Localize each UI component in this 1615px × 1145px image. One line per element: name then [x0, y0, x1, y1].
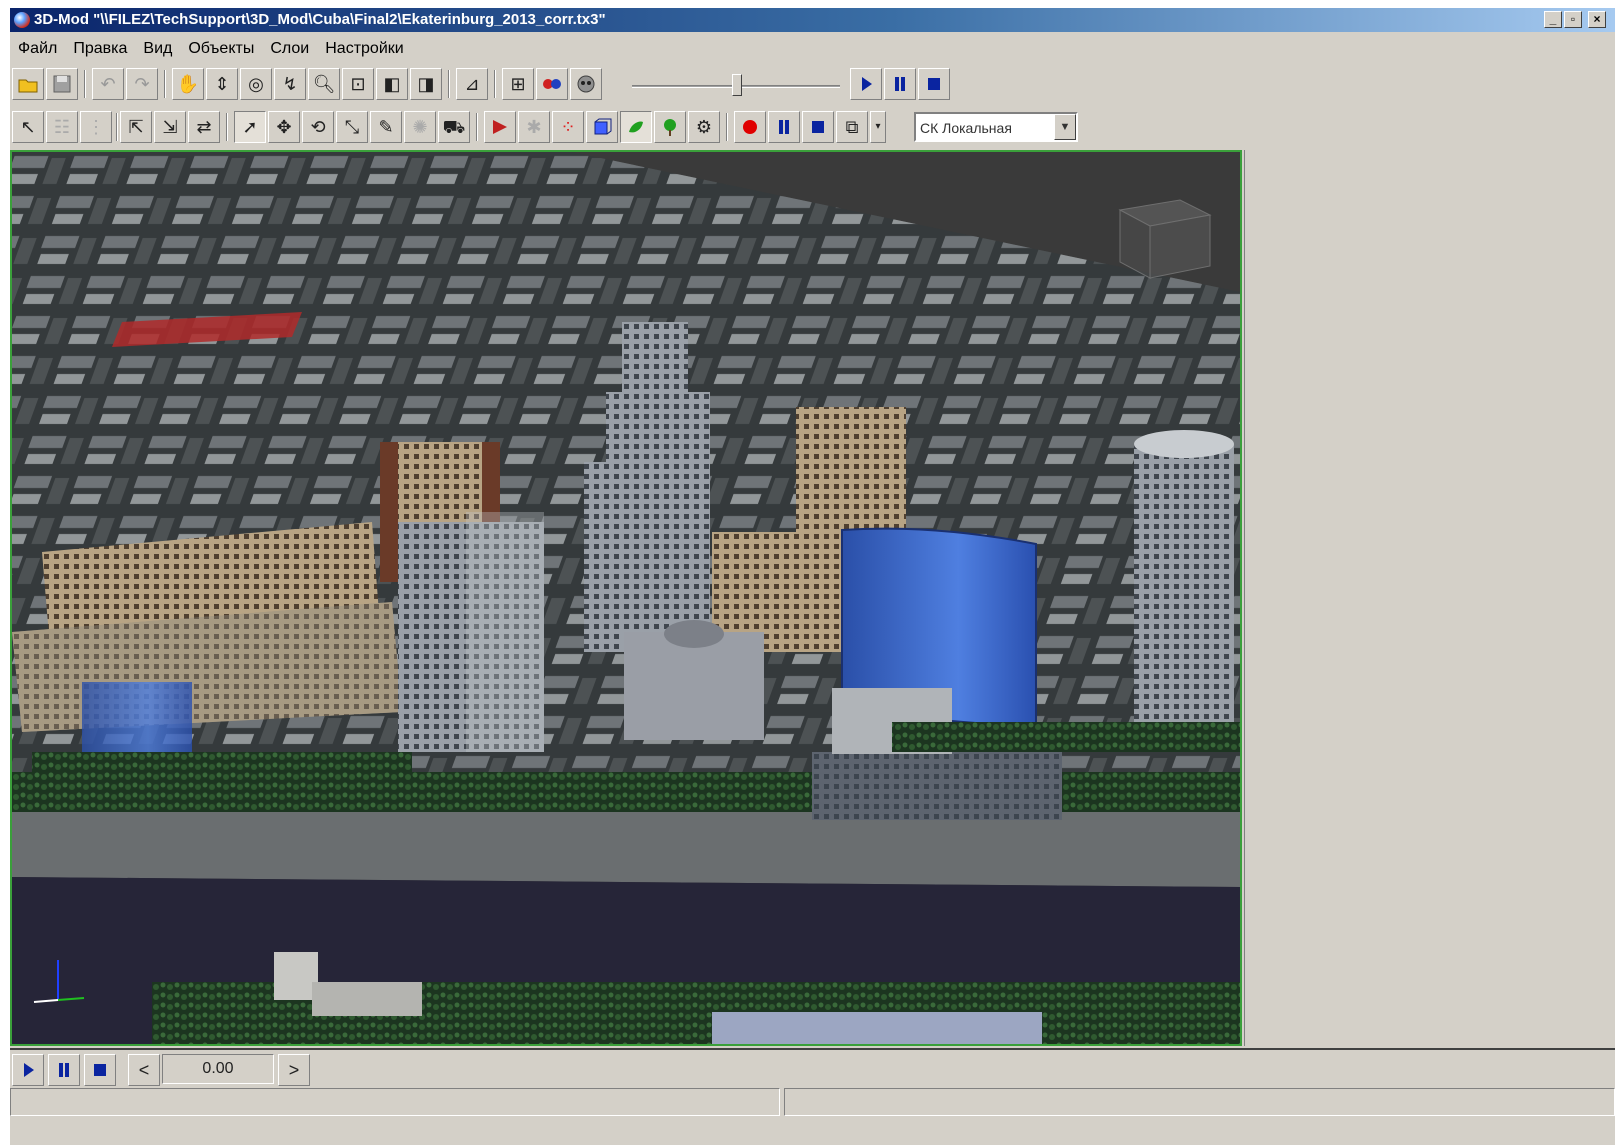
view-side-icon[interactable]: ◨ — [410, 68, 442, 100]
zoom-icon[interactable]: 🔍︎ — [308, 68, 340, 100]
measure-icon[interactable]: ⊿ — [456, 68, 488, 100]
redo-icon[interactable]: ↷ — [126, 68, 158, 100]
mask-icon[interactable] — [570, 68, 602, 100]
zoom-region-icon[interactable]: ⊡ — [342, 68, 374, 100]
status-bar — [10, 1086, 1615, 1118]
camera-settings-icon[interactable]: ⧉ — [836, 111, 868, 143]
slider-thumb[interactable] — [732, 74, 742, 96]
menu-view[interactable]: Вид — [135, 36, 180, 62]
effect-icon[interactable] — [484, 111, 516, 143]
open-folder-icon[interactable] — [12, 68, 44, 100]
fly-path-icon[interactable]: ↯ — [274, 68, 306, 100]
timeline-next-button[interactable]: > — [278, 1054, 310, 1086]
paint-icon[interactable]: ✎ — [370, 111, 402, 143]
move-icon[interactable]: ✥ — [268, 111, 300, 143]
status-pane-right — [784, 1088, 1615, 1116]
select-object-icon[interactable]: ↖ — [12, 111, 44, 143]
vehicle-icon[interactable]: ⛟ — [438, 111, 470, 143]
grid-icon[interactable]: ⊞ — [502, 68, 534, 100]
record-pause-icon[interactable] — [768, 111, 800, 143]
menu-edit[interactable]: Правка — [65, 36, 135, 62]
menu-layers[interactable]: Слои — [262, 36, 317, 62]
record-stop-icon[interactable] — [802, 111, 834, 143]
app-globe-icon[interactable] — [14, 12, 30, 28]
title-bar: 3D-Mod "\\FILEZ\TechSupport\3D_Mod\Cuba\… — [10, 8, 1615, 32]
pan-hand-icon[interactable]: ✋ — [172, 68, 204, 100]
timeline-time-field[interactable]: 0.00 — [162, 1054, 274, 1084]
rotate-icon[interactable]: ⟲ — [302, 111, 334, 143]
tree-icon[interactable] — [654, 111, 686, 143]
axis-gizmo-icon — [30, 952, 90, 1012]
stop-icon[interactable] — [918, 68, 950, 100]
move-vertical-icon[interactable]: ⇕ — [206, 68, 238, 100]
box-icon[interactable] — [586, 111, 618, 143]
invert-select-icon[interactable]: ⇄ — [188, 111, 220, 143]
view-front-icon[interactable]: ◧ — [376, 68, 408, 100]
main-toolbar: ↶ ↷ ✋ ⇕ ◎ ↯ 🔍︎ ⊡ ◧ ◨ ⊿ ⊞ — [10, 64, 1160, 104]
terrain-icon[interactable] — [620, 111, 652, 143]
scale-icon[interactable]: ⤡ — [336, 111, 368, 143]
pause-icon[interactable] — [884, 68, 916, 100]
camera-dropdown-icon[interactable]: ▾ — [870, 111, 886, 143]
3d-viewport[interactable] — [10, 150, 1242, 1046]
status-pane-left — [10, 1088, 780, 1116]
stereo-glasses-icon[interactable] — [536, 68, 568, 100]
timeline-prev-button[interactable]: < — [128, 1054, 160, 1086]
menu-settings[interactable]: Настройки — [317, 36, 411, 62]
window-title: 3D-Mod "\\FILEZ\TechSupport\3D_Mod\Cuba\… — [34, 11, 606, 28]
city-scene — [12, 152, 1240, 1044]
add-select-icon[interactable]: ⇲ — [154, 111, 186, 143]
split-icon[interactable]: ⋮ — [80, 111, 112, 143]
menu-objects[interactable]: Объекты — [180, 36, 262, 62]
app-window: 3D-Mod "\\FILEZ\TechSupport\3D_Mod\Cuba\… — [10, 8, 1615, 1145]
save-disk-icon[interactable] — [46, 68, 78, 100]
particles-icon[interactable]: ✱ — [518, 111, 550, 143]
orbit-icon[interactable]: ◎ — [240, 68, 272, 100]
timeline-bar: < 0.00 > — [10, 1048, 1615, 1086]
minimize-button[interactable]: _ — [1544, 11, 1562, 28]
settings-gear-icon[interactable]: ⚙ — [688, 111, 720, 143]
chevron-down-icon[interactable]: ▼ — [1054, 114, 1076, 140]
coordinate-system-value: СК Локальная — [920, 120, 1012, 136]
timeline-pause-icon[interactable] — [48, 1054, 80, 1086]
menu-bar: Файл Правка Вид Объекты Слои Настройки — [10, 36, 1615, 62]
close-button[interactable]: × — [1588, 11, 1606, 28]
group-select-icon[interactable]: ⇱ — [120, 111, 152, 143]
menu-file[interactable]: Файл — [10, 36, 65, 62]
light-icon[interactable]: ✺ — [404, 111, 436, 143]
play-icon[interactable] — [850, 68, 882, 100]
points-icon[interactable]: ⁘ — [552, 111, 584, 143]
timeline-stop-icon[interactable] — [84, 1054, 116, 1086]
properties-panel — [1244, 150, 1615, 1046]
navigation-cube[interactable] — [1110, 190, 1220, 280]
pointer-icon[interactable]: ➚ — [234, 111, 266, 143]
record-icon[interactable] — [734, 111, 766, 143]
coordinate-system-select[interactable]: СК Локальная ▼ — [914, 112, 1078, 142]
align-icon[interactable]: ☷ — [46, 111, 78, 143]
maximize-button[interactable]: ▫ — [1564, 11, 1582, 28]
timeline-play-icon[interactable] — [12, 1054, 44, 1086]
undo-icon[interactable]: ↶ — [92, 68, 124, 100]
object-toolbar: ↖ ☷ ⋮ ⇱ ⇲ ⇄ ➚ ✥ ⟲ ⤡ ✎ ✺ ⛟ ✱ ⁘ ⚙ ⧉ ▾ СК Л… — [10, 107, 1160, 147]
animation-speed-slider[interactable] — [630, 74, 842, 96]
